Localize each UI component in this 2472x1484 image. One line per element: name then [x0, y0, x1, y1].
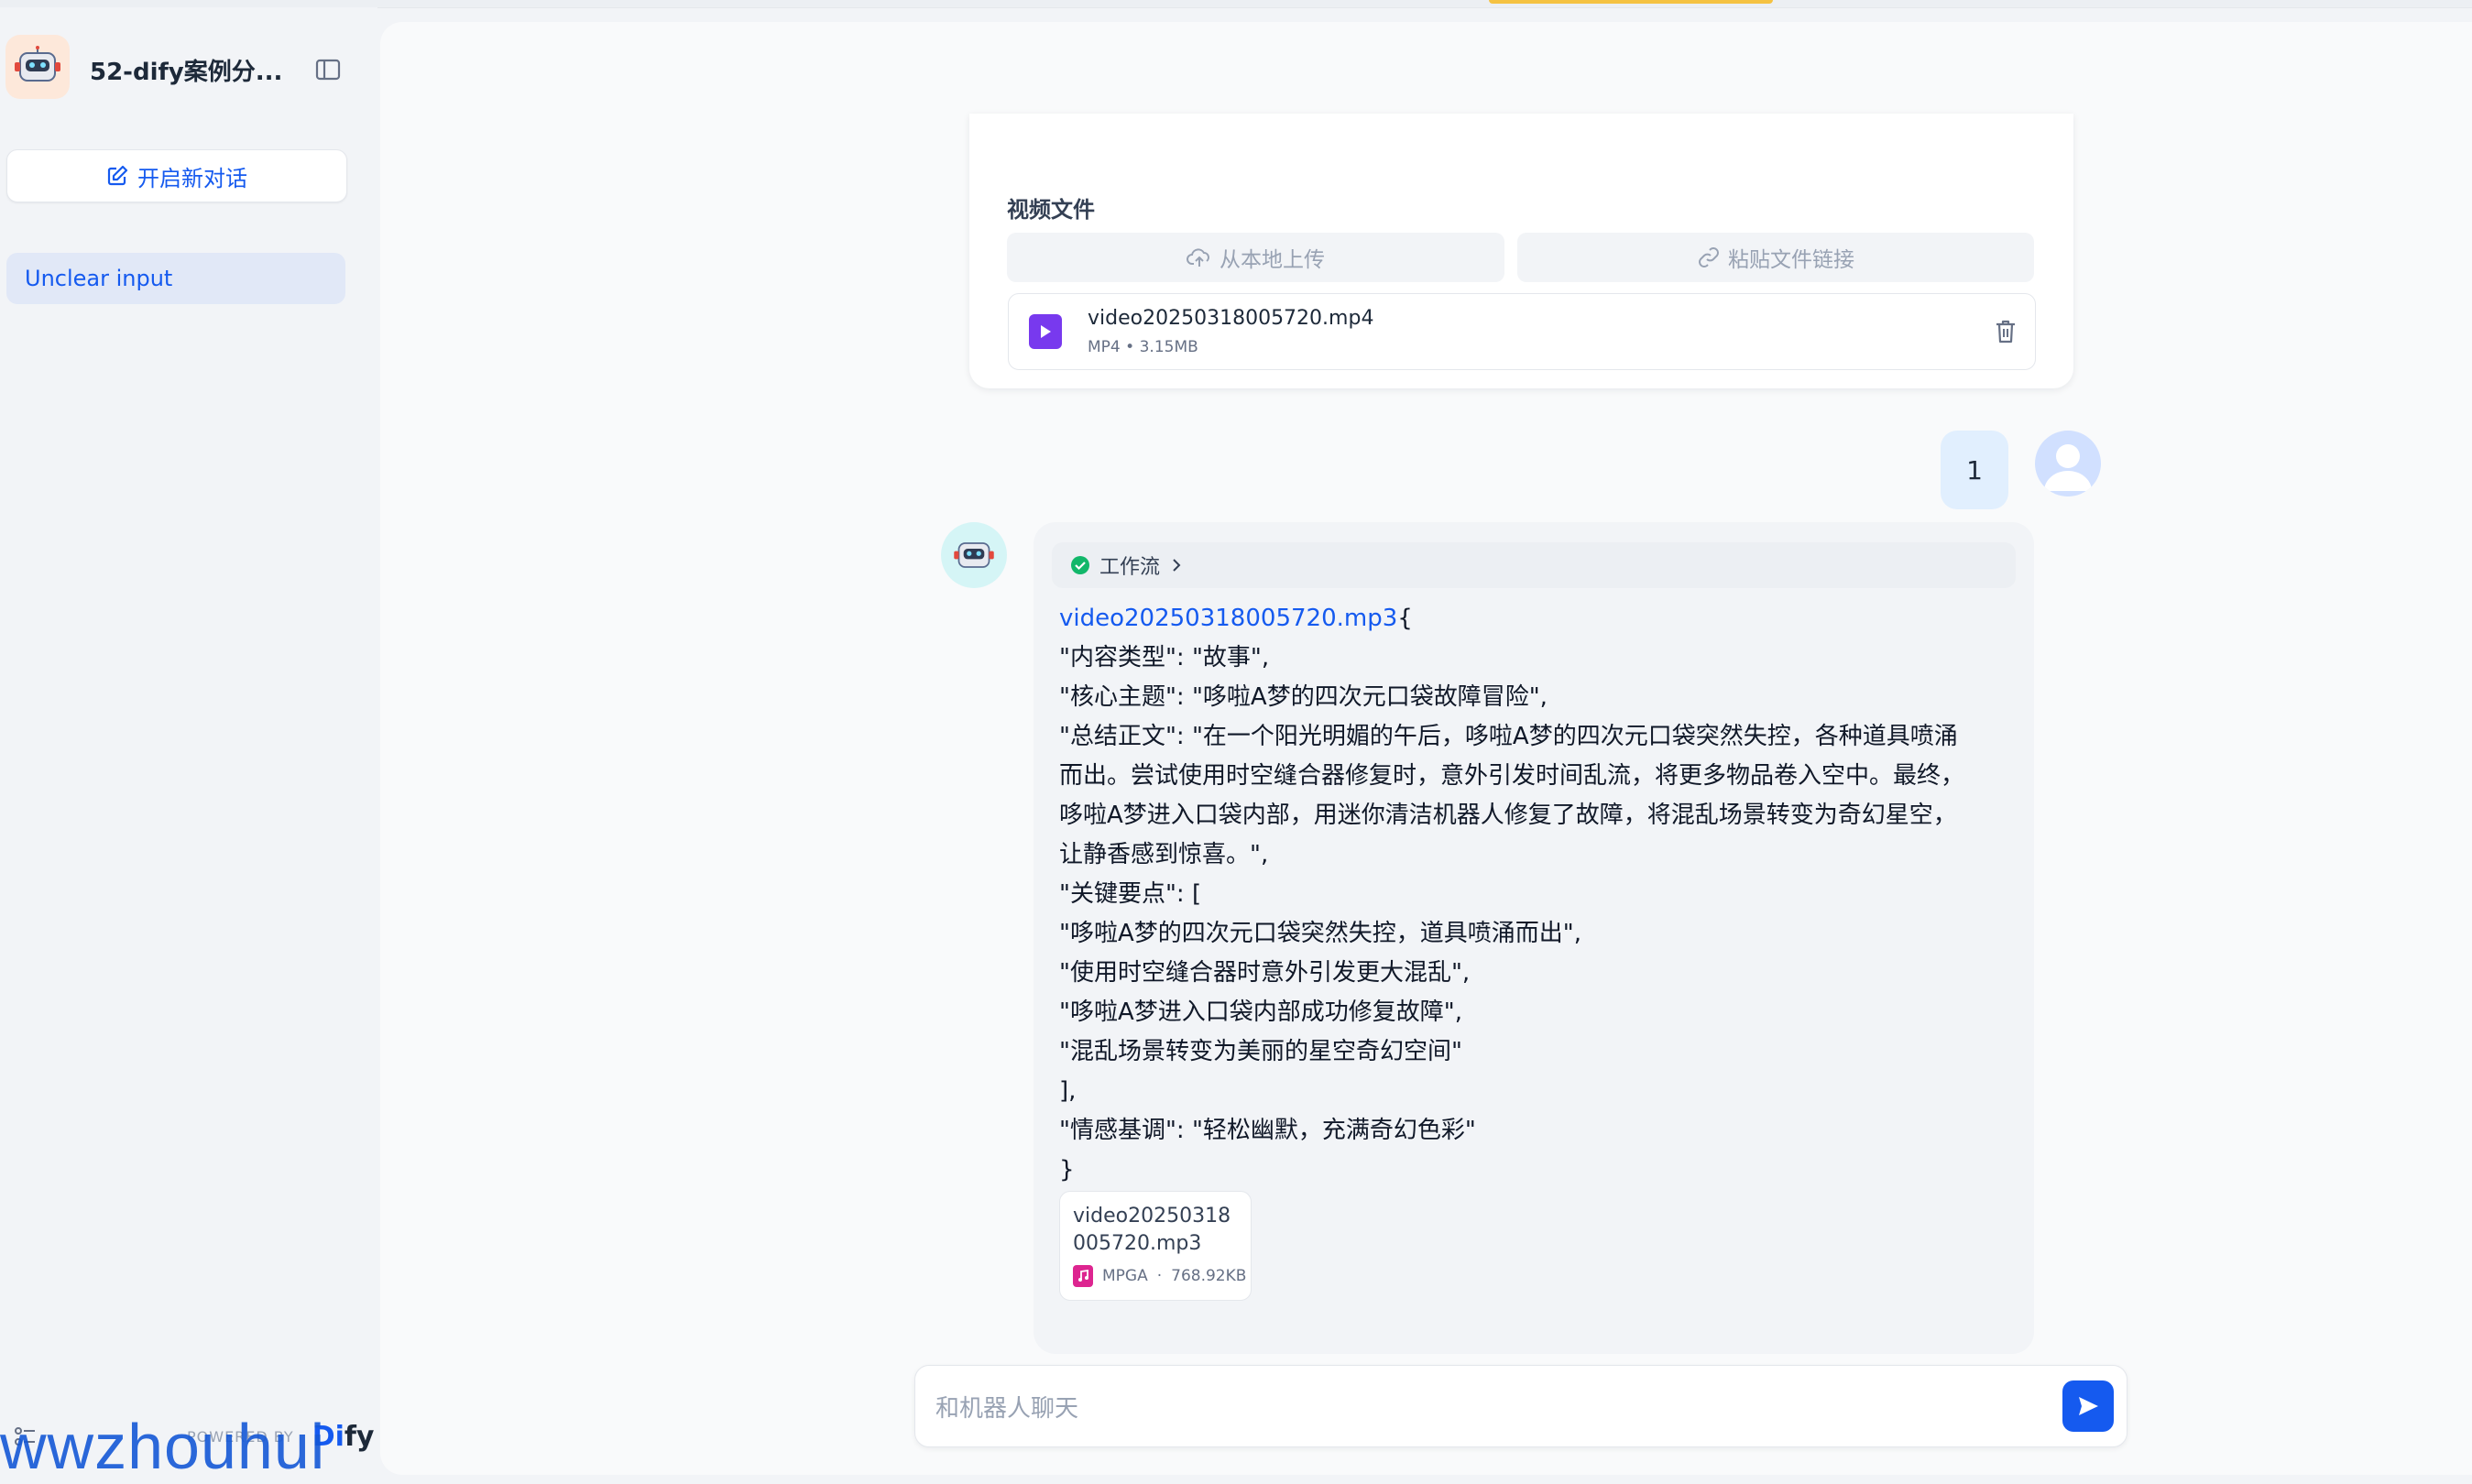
- answer-content: video20250318005720.mp3{ "内容类型": "故事", "…: [1059, 599, 2012, 1190]
- bot-avatar: [941, 522, 1007, 588]
- user-message-text: 1: [1966, 454, 1983, 486]
- conversation-item[interactable]: Unclear input: [6, 253, 345, 304]
- answer-line: "哆啦A梦进入口袋内部成功修复故障",: [1059, 998, 1462, 1026]
- audio-file-icon: [1073, 1265, 1093, 1287]
- edit-icon: [107, 165, 128, 186]
- uploaded-file-row: video20250318005720.mp4 MP4 • 3.15MB: [1008, 293, 2036, 370]
- chat-input-placeholder[interactable]: 和机器人聊天: [935, 1390, 1078, 1424]
- upload-local-button[interactable]: 从本地上传: [1007, 233, 1504, 282]
- user-message-bubble: 1: [1941, 431, 2008, 509]
- app-root: 52-dify案例分... 开启新对话 Unclear input POWERE…: [0, 0, 2472, 1484]
- video-file-icon: [1029, 314, 1062, 349]
- answer-line: "哆啦A梦的四次元口袋突然失控，道具喷涌而出",: [1059, 920, 1581, 947]
- send-button[interactable]: [2062, 1380, 2114, 1432]
- answer-line: "内容类型": "故事",: [1059, 644, 1270, 671]
- workflow-toggle[interactable]: 工作流: [1052, 542, 2016, 588]
- audio-attachment-card[interactable]: video20250318005720.mp3 MPGA · 768.92KB: [1059, 1191, 1252, 1301]
- workflow-label: 工作流: [1099, 556, 1161, 579]
- answer-line-text: {: [1397, 605, 1413, 632]
- answer-line: "使用时空缝合器时意外引发更大混乱",: [1059, 959, 1471, 987]
- new-chat-button[interactable]: 开启新对话: [6, 149, 347, 202]
- video-file-label: 视频文件: [1007, 197, 1095, 223]
- answer-line: ],: [1059, 1077, 1077, 1105]
- sidebar: 52-dify案例分... 开启新对话 Unclear input POWERE…: [0, 7, 377, 1484]
- link-icon: [1699, 247, 1719, 267]
- dify-logo-right: fy: [344, 1420, 375, 1453]
- answer-line: 而出。尝试使用时空缝合器修复时，意外引发时间乱流，将更多物品卷入空中。最终，: [1059, 762, 1965, 790]
- answer-line: 让静香感到惊喜。",: [1059, 841, 1269, 868]
- file-size: 3.15MB: [1139, 338, 1198, 356]
- attachment-name: video20250318005720.mp3: [1073, 1205, 1231, 1255]
- cloud-upload-icon: [1187, 248, 1209, 267]
- attachment-type: MPGA: [1102, 1267, 1148, 1285]
- answer-line: 哆啦A梦进入口袋内部，用迷你清洁机器人修复了故障，将混乱场景转变为奇幻星空，: [1059, 802, 1957, 829]
- meta-separator: ·: [1156, 1267, 1163, 1285]
- chat-panel: 视频文件 从本地上传 粘贴文件链接 video20250318005720.mp…: [380, 22, 2472, 1475]
- bot-message-bubble: 工作流 video20250318005720.mp3{ "内容类型": "故事…: [1034, 522, 2034, 1354]
- file-meta: MP4 • 3.15MB: [1088, 338, 1198, 356]
- attachment-meta: MPGA · 768.92KB: [1073, 1265, 1246, 1287]
- app-title: 52-dify案例分...: [90, 59, 283, 86]
- answer-line: "核心主题": "哆啦A梦的四次元口袋故障冒险",: [1059, 683, 1548, 711]
- file-type: MP4: [1088, 338, 1121, 356]
- answer-line: "混乱场景转变为美丽的星空奇幻空间": [1059, 1038, 1462, 1065]
- input-form-card: 视频文件 从本地上传 粘贴文件链接 video20250318005720.mp…: [969, 114, 2073, 388]
- upload-local-label: 从本地上传: [1220, 248, 1325, 272]
- chat-input-box[interactable]: 和机器人聊天: [914, 1365, 2127, 1447]
- watermark-text: wwzhouhui: [0, 1411, 326, 1482]
- attachment-size: 768.92KB: [1171, 1267, 1247, 1285]
- new-chat-label: 开启新对话: [137, 165, 247, 191]
- paste-link-button[interactable]: 粘贴文件链接: [1517, 233, 2034, 282]
- answer-line: "关键要点": [: [1059, 880, 1202, 908]
- user-avatar: [2035, 431, 2101, 496]
- file-name: video20250318005720.mp4: [1088, 307, 1374, 330]
- conversation-label: Unclear input: [25, 266, 173, 291]
- delete-file-icon[interactable]: [1993, 318, 2018, 345]
- answer-line: }: [1059, 1156, 1075, 1184]
- answer-line: video20250318005720.mp3{: [1059, 599, 2012, 638]
- robot-app-icon: [5, 35, 70, 99]
- meta-separator: •: [1125, 338, 1140, 356]
- send-icon: [2079, 1397, 2098, 1415]
- answer-line: "情感基调": "轻松幽默，充满奇幻色彩": [1059, 1117, 1476, 1144]
- check-circle-icon: [1071, 556, 1089, 574]
- answer-line: "总结正文": "在一个阳光明媚的午后，哆啦A梦的四次元口袋突然失控，各种道具喷…: [1059, 723, 1958, 750]
- chevron-right-icon: [1173, 559, 1181, 572]
- answer-file-link[interactable]: video20250318005720.mp3: [1059, 605, 1397, 632]
- top-accent-tab: [1489, 0, 1773, 4]
- paste-link-label: 粘贴文件链接: [1728, 248, 1854, 272]
- sidebar-collapse-icon[interactable]: [315, 59, 341, 81]
